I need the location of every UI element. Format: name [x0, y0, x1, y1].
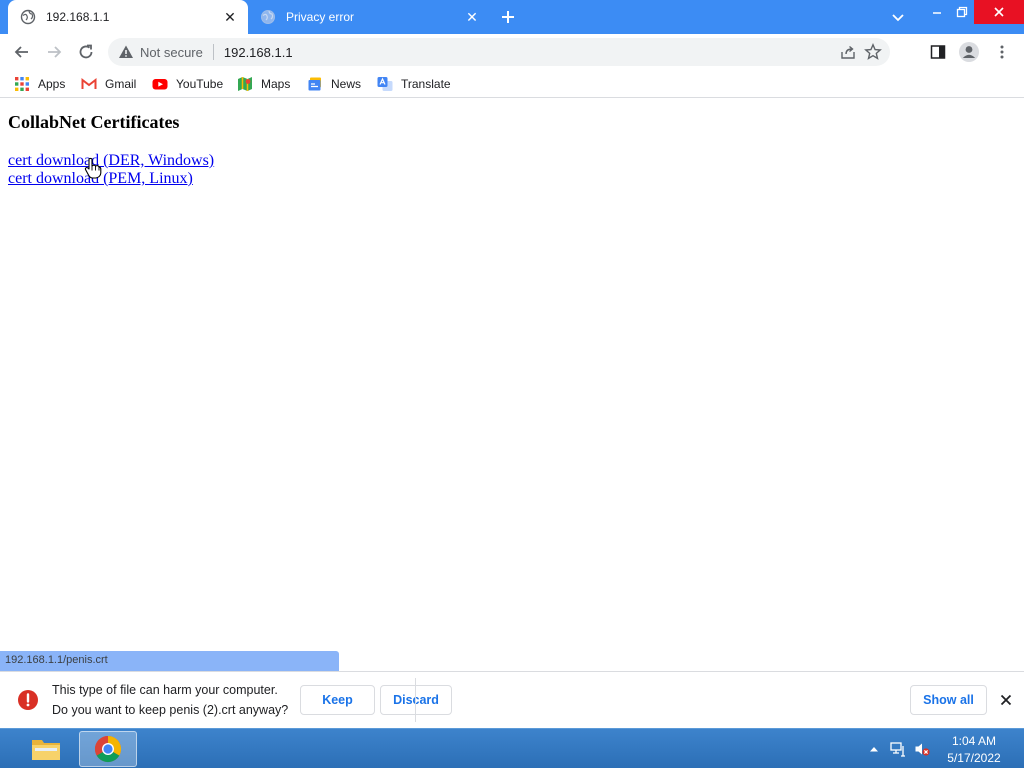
taskbar-chrome[interactable]	[79, 731, 137, 767]
address-separator	[212, 44, 214, 60]
volume-muted-icon[interactable]	[914, 741, 930, 757]
close-shelf-button[interactable]	[997, 691, 1015, 709]
download-question-text: Do you want to keep penis (2).crt anyway…	[52, 703, 289, 717]
bookmark-star-icon[interactable]	[864, 43, 882, 61]
folder-icon	[32, 740, 60, 760]
bookmark-translate[interactable]: Translate	[377, 76, 451, 92]
download-shelf: This type of file can harm your computer…	[0, 671, 1024, 728]
danger-warning-icon	[18, 690, 38, 710]
tab-close-icon[interactable]: ✕	[222, 9, 238, 25]
side-panel-icon	[930, 45, 946, 59]
globe-icon	[20, 9, 36, 25]
page-content: CollabNet Certificates cert download (DE…	[0, 103, 1024, 649]
menu-button[interactable]	[990, 40, 1014, 64]
tab-active[interactable]: 192.168.1.1 ✕	[8, 0, 248, 34]
address-bar[interactable]: Not secure 192.168.1.1	[108, 38, 890, 66]
keep-button[interactable]: Keep	[300, 685, 375, 715]
bookmark-label: News	[331, 77, 362, 91]
bookmark-label: Apps	[38, 77, 66, 91]
hand-cursor-icon	[84, 157, 102, 179]
bookmark-news[interactable]: News	[307, 76, 361, 92]
close-window-button[interactable]	[974, 0, 1024, 24]
show-hidden-icons-icon[interactable]	[866, 741, 882, 757]
bookmark-label: Gmail	[105, 77, 137, 91]
bookmark-gmail[interactable]: Gmail	[81, 76, 136, 92]
clock-date[interactable]: 5/17/2022	[940, 751, 1008, 765]
back-arrow-icon	[14, 46, 28, 58]
tab-title: 192.168.1.1	[46, 10, 110, 24]
gmail-icon	[81, 77, 97, 89]
profile-button[interactable]	[957, 40, 981, 64]
restore-icon	[956, 6, 968, 18]
minimize-icon	[933, 12, 941, 14]
shelf-divider	[415, 678, 416, 722]
reload-button[interactable]	[74, 40, 98, 64]
chrome-icon	[94, 735, 122, 763]
globe-icon	[261, 10, 275, 24]
reload-icon	[79, 44, 93, 59]
cert-download-der-link[interactable]: cert download (DER, Windows)	[8, 152, 214, 170]
url-text[interactable]: 192.168.1.1	[224, 45, 293, 60]
apps-grid-icon	[15, 77, 29, 91]
windows-taskbar: 1:04 AM 5/17/2022	[0, 728, 1024, 768]
network-icon[interactable]	[890, 741, 906, 757]
tab-strip: 192.168.1.1 ✕ Privacy error ✕	[0, 0, 1024, 34]
close-icon	[1000, 694, 1012, 706]
security-status-label[interactable]: Not secure	[140, 45, 203, 60]
translate-icon	[377, 77, 393, 91]
forward-button[interactable]	[42, 40, 66, 64]
youtube-icon	[152, 79, 168, 90]
bookmark-label: Maps	[261, 77, 291, 91]
bookmark-apps[interactable]: Apps	[14, 76, 65, 92]
bookmark-label: YouTube	[176, 77, 224, 91]
tab-inactive[interactable]: Privacy error ✕	[250, 0, 490, 34]
restore-button[interactable]	[948, 0, 976, 24]
side-panel-button[interactable]	[926, 40, 950, 64]
bookmark-maps[interactable]: Maps	[237, 76, 290, 92]
browser-toolbar: Not secure 192.168.1.1	[0, 34, 1024, 70]
maps-icon	[238, 77, 252, 91]
show-all-button[interactable]: Show all	[910, 685, 987, 715]
forward-arrow-icon	[48, 46, 62, 58]
warning-triangle-icon[interactable]	[118, 44, 134, 60]
news-icon	[308, 77, 321, 91]
new-tab-icon[interactable]	[498, 7, 518, 27]
kebab-menu-icon	[1000, 45, 1004, 59]
bookmarks-bar: Apps Gmail YouTube Maps News Translate	[0, 70, 1024, 98]
profile-avatar-icon	[959, 42, 979, 62]
clock-time[interactable]: 1:04 AM	[940, 734, 1008, 748]
download-warning-text: This type of file can harm your computer…	[52, 683, 278, 697]
bookmark-label: Translate	[401, 77, 451, 91]
taskbar-file-explorer[interactable]	[17, 731, 75, 767]
tab-title: Privacy error	[286, 10, 355, 24]
status-url-bubble: 192.168.1.1/penis.crt	[0, 651, 339, 671]
close-icon	[994, 7, 1004, 17]
page-title: CollabNet Certificates	[8, 112, 180, 132]
tab-close-icon[interactable]: ✕	[464, 9, 480, 25]
share-icon[interactable]	[840, 44, 856, 60]
discard-button[interactable]: Discard	[380, 685, 452, 715]
tab-search-chevron-icon[interactable]	[890, 9, 906, 25]
bookmark-youtube[interactable]: YouTube	[152, 76, 223, 92]
back-button[interactable]	[10, 40, 34, 64]
